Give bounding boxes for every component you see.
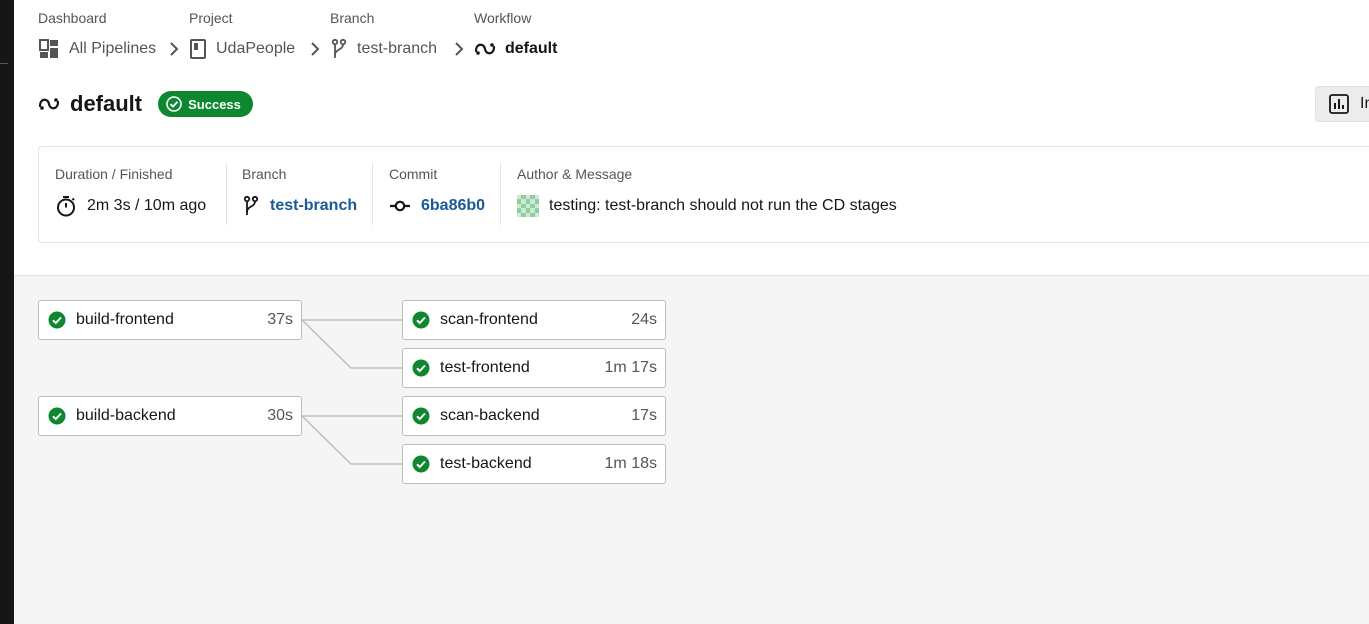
workflow-icon	[474, 43, 496, 55]
author-message-label: Author & Message	[517, 166, 633, 182]
breadcrumb-branch-label: Branch	[330, 10, 375, 26]
divider	[372, 163, 373, 225]
job-duration: 24s	[631, 311, 657, 328]
left-window-edge	[0, 0, 14, 624]
breadcrumb-workflow-text: default	[505, 40, 558, 57]
job-name: test-backend	[440, 455, 532, 472]
duration-label: Duration / Finished	[55, 166, 173, 182]
breadcrumb-project-link[interactable]: UdaPeople	[189, 38, 295, 60]
breadcrumb-branch-text: test-branch	[357, 40, 438, 57]
page-title: default	[70, 91, 143, 116]
breadcrumb-all-pipelines-text: All Pipelines	[69, 40, 157, 57]
job-name: scan-backend	[440, 407, 540, 424]
success-check-icon	[412, 407, 430, 425]
insights-button-label: In	[1360, 95, 1369, 112]
branch-value-row: test-branch	[242, 194, 357, 218]
branch-link[interactable]: test-branch	[270, 197, 357, 215]
job-duration: 17s	[631, 407, 657, 424]
git-branch-icon	[243, 195, 259, 215]
job-scan-backend[interactable]: scan-backend 17s	[402, 396, 666, 436]
job-build-backend[interactable]: build-backend 30s	[38, 396, 302, 436]
breadcrumb-all-pipelines-link[interactable]: All Pipelines	[38, 38, 156, 60]
job-duration: 1m 17s	[604, 359, 657, 376]
git-branch-icon	[331, 38, 347, 58]
check-circle-icon	[166, 96, 182, 112]
avatar	[517, 195, 539, 217]
divider	[226, 163, 227, 225]
job-test-frontend[interactable]: test-frontend 1m 17s	[402, 348, 666, 388]
job-name: build-backend	[76, 407, 176, 424]
breadcrumb-branch-link[interactable]: test-branch	[330, 38, 437, 60]
project-icon	[190, 39, 206, 59]
bar-chart-icon	[1329, 94, 1349, 114]
workflow-header: Dashboard All Pipelines Project UdaPeopl…	[14, 0, 1369, 276]
success-check-icon	[48, 311, 66, 329]
divider	[500, 163, 501, 225]
job-name: test-frontend	[440, 359, 530, 376]
insights-button[interactable]: In	[1315, 86, 1369, 122]
breadcrumb-workflow-current: default	[474, 38, 557, 60]
success-check-icon	[48, 407, 66, 425]
commit-label: Commit	[389, 166, 438, 182]
commit-link[interactable]: 6ba86b0	[421, 197, 485, 215]
commit-message: testing: test-branch should not run the …	[549, 197, 897, 214]
commit-icon	[390, 200, 410, 212]
success-check-icon	[412, 455, 430, 473]
workflow-info-card: Duration / Finished 2m 3s / 10m ago Bran…	[38, 146, 1369, 243]
duration-value-row: 2m 3s / 10m ago	[55, 194, 206, 218]
breadcrumb-dashboard-label: Dashboard	[38, 10, 107, 26]
chevron-right-icon	[311, 42, 320, 56]
breadcrumb-project-text: UdaPeople	[216, 40, 296, 57]
status-badge: Success	[158, 91, 253, 117]
job-build-frontend[interactable]: build-frontend 37s	[38, 300, 302, 340]
stopwatch-icon	[57, 196, 75, 217]
duration-value: 2m 3s / 10m ago	[87, 197, 207, 214]
status-badge-text: Success	[188, 96, 241, 112]
job-name: scan-frontend	[440, 311, 538, 328]
job-duration: 37s	[267, 311, 293, 328]
success-check-icon	[412, 359, 430, 377]
author-message-row: testing: test-branch should not run the …	[517, 194, 897, 218]
breadcrumb-workflow-label: Workflow	[474, 10, 532, 26]
success-check-icon	[412, 311, 430, 329]
chevron-right-icon	[455, 42, 464, 56]
workflow-graph: build-frontend 37s scan-frontend 24s tes…	[14, 277, 1369, 624]
job-test-backend[interactable]: test-backend 1m 18s	[402, 444, 666, 484]
job-duration: 30s	[267, 407, 293, 424]
branch-label: Branch	[242, 166, 287, 182]
workflow-title-row: default Success	[38, 88, 253, 120]
breadcrumb-project-label: Project	[189, 10, 233, 26]
commit-value-row: 6ba86b0	[389, 194, 485, 218]
job-duration: 1m 18s	[604, 455, 657, 472]
dashboard-icon	[39, 39, 58, 58]
job-name: build-frontend	[76, 311, 174, 328]
chevron-right-icon	[170, 42, 179, 56]
job-scan-frontend[interactable]: scan-frontend 24s	[402, 300, 666, 340]
workflow-icon	[38, 98, 60, 110]
